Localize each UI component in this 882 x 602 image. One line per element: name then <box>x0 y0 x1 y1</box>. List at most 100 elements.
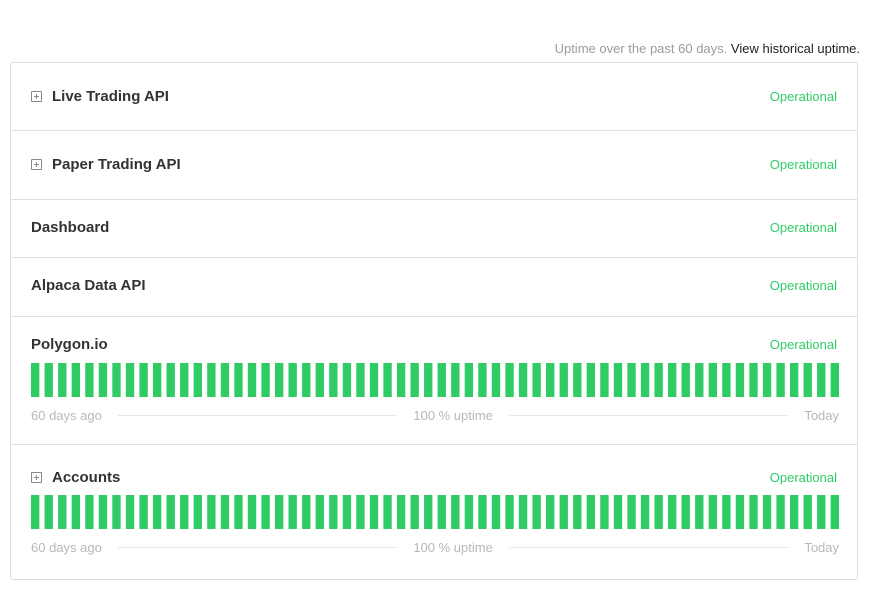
uptime-day-bar[interactable] <box>776 363 785 397</box>
uptime-day-bar[interactable] <box>451 363 460 397</box>
uptime-day-bar[interactable] <box>152 495 162 529</box>
uptime-day-bar[interactable] <box>288 495 297 529</box>
uptime-day-bar[interactable] <box>288 363 297 397</box>
uptime-day-bar[interactable] <box>410 495 419 529</box>
uptime-day-bar[interactable] <box>152 363 162 397</box>
uptime-day-bar[interactable] <box>274 363 284 397</box>
uptime-day-bar[interactable] <box>600 363 609 397</box>
uptime-day-bar[interactable] <box>247 495 257 529</box>
view-historical-uptime-link[interactable]: View historical uptime. <box>731 41 860 56</box>
uptime-day-bar[interactable] <box>396 495 406 529</box>
uptime-day-bar[interactable] <box>125 495 135 529</box>
uptime-day-bar[interactable] <box>668 363 677 397</box>
uptime-day-bar[interactable] <box>640 495 650 529</box>
uptime-day-bar[interactable] <box>546 495 555 529</box>
uptime-day-bar[interactable] <box>735 363 745 397</box>
uptime-day-bar[interactable] <box>369 363 379 397</box>
uptime-day-bar[interactable] <box>518 495 528 529</box>
uptime-day-bar[interactable] <box>234 363 243 397</box>
uptime-day-bar[interactable] <box>437 363 446 397</box>
uptime-day-bar[interactable] <box>559 495 568 529</box>
uptime-day-bar[interactable] <box>44 363 53 397</box>
uptime-day-bar[interactable] <box>302 495 311 529</box>
uptime-day-bar[interactable] <box>586 495 596 529</box>
uptime-day-bar[interactable] <box>695 363 704 397</box>
uptime-day-bar[interactable] <box>220 363 230 397</box>
uptime-day-bar[interactable] <box>396 363 406 397</box>
uptime-day-bar[interactable] <box>180 495 189 529</box>
uptime-day-bar[interactable] <box>356 495 365 529</box>
uptime-day-bar[interactable] <box>735 495 745 529</box>
uptime-day-bar[interactable] <box>695 495 704 529</box>
uptime-day-bar[interactable] <box>627 495 636 529</box>
uptime-day-bar[interactable] <box>193 495 202 529</box>
uptime-day-bar[interactable] <box>261 495 270 529</box>
uptime-day-bar[interactable] <box>803 495 812 529</box>
uptime-day-bar[interactable] <box>437 495 446 529</box>
uptime-day-bar[interactable] <box>654 363 663 397</box>
uptime-day-bar[interactable] <box>613 363 623 397</box>
expand-plus-icon[interactable] <box>31 159 42 170</box>
uptime-day-bar[interactable] <box>546 363 555 397</box>
uptime-day-bar[interactable] <box>98 495 108 529</box>
uptime-day-bar[interactable] <box>315 495 324 529</box>
component-row-accounts[interactable]: Accounts Operational 60 days ago 100 % u… <box>11 445 857 579</box>
uptime-day-bar[interactable] <box>830 495 839 529</box>
uptime-day-bar[interactable] <box>451 495 460 529</box>
component-row-live-trading-api[interactable]: Live Trading API Operational <box>11 63 857 131</box>
uptime-day-bar[interactable] <box>342 363 352 397</box>
uptime-day-bar[interactable] <box>261 363 270 397</box>
uptime-day-bar[interactable] <box>207 363 216 397</box>
uptime-day-bar[interactable] <box>681 495 690 529</box>
uptime-day-bar[interactable] <box>234 495 243 529</box>
uptime-day-bar[interactable] <box>464 363 474 397</box>
uptime-day-bar[interactable] <box>478 495 487 529</box>
uptime-day-bar[interactable] <box>654 495 663 529</box>
uptime-day-bar[interactable] <box>532 363 541 397</box>
expand-plus-icon[interactable] <box>31 91 42 102</box>
uptime-day-bar[interactable] <box>789 495 799 529</box>
uptime-day-bar[interactable] <box>329 363 338 397</box>
uptime-day-bar[interactable] <box>247 363 257 397</box>
uptime-day-bar[interactable] <box>776 495 785 529</box>
uptime-day-bar[interactable] <box>383 363 392 397</box>
uptime-day-bar[interactable] <box>491 495 501 529</box>
uptime-day-bar[interactable] <box>817 495 826 529</box>
uptime-day-bar[interactable] <box>356 363 365 397</box>
uptime-day-bar[interactable] <box>329 495 338 529</box>
uptime-day-bar[interactable] <box>85 363 94 397</box>
uptime-day-bar[interactable] <box>193 363 202 397</box>
uptime-day-bar[interactable] <box>573 495 582 529</box>
uptime-day-bar[interactable] <box>180 363 189 397</box>
uptime-day-bar[interactable] <box>31 363 40 397</box>
uptime-day-bar[interactable] <box>830 363 839 397</box>
uptime-day-bar[interactable] <box>749 495 758 529</box>
uptime-day-bar[interactable] <box>44 495 53 529</box>
expand-plus-icon[interactable] <box>31 472 42 483</box>
uptime-day-bar[interactable] <box>139 495 148 529</box>
uptime-day-bar[interactable] <box>315 363 324 397</box>
uptime-day-bar[interactable] <box>762 495 772 529</box>
uptime-day-bar[interactable] <box>789 363 799 397</box>
uptime-day-bar[interactable] <box>518 363 528 397</box>
uptime-day-bar[interactable] <box>424 363 433 397</box>
uptime-day-bar[interactable] <box>31 495 40 529</box>
component-row-paper-trading-api[interactable]: Paper Trading API Operational <box>11 131 857 200</box>
uptime-day-bar[interactable] <box>220 495 230 529</box>
uptime-day-bar[interactable] <box>762 363 772 397</box>
uptime-day-bar[interactable] <box>302 363 311 397</box>
uptime-day-bar[interactable] <box>139 363 148 397</box>
uptime-day-bar[interactable] <box>342 495 352 529</box>
uptime-day-bar[interactable] <box>505 495 514 529</box>
uptime-day-bar[interactable] <box>478 363 487 397</box>
uptime-day-bar[interactable] <box>708 495 718 529</box>
uptime-day-bar[interactable] <box>207 495 216 529</box>
uptime-day-bar[interactable] <box>85 495 94 529</box>
uptime-day-bar[interactable] <box>573 363 582 397</box>
uptime-day-bar[interactable] <box>98 363 108 397</box>
uptime-day-bar[interactable] <box>166 495 175 529</box>
uptime-day-bar[interactable] <box>383 495 392 529</box>
uptime-day-bar[interactable] <box>424 495 433 529</box>
uptime-day-bar[interactable] <box>166 363 175 397</box>
uptime-day-bar[interactable] <box>613 495 623 529</box>
